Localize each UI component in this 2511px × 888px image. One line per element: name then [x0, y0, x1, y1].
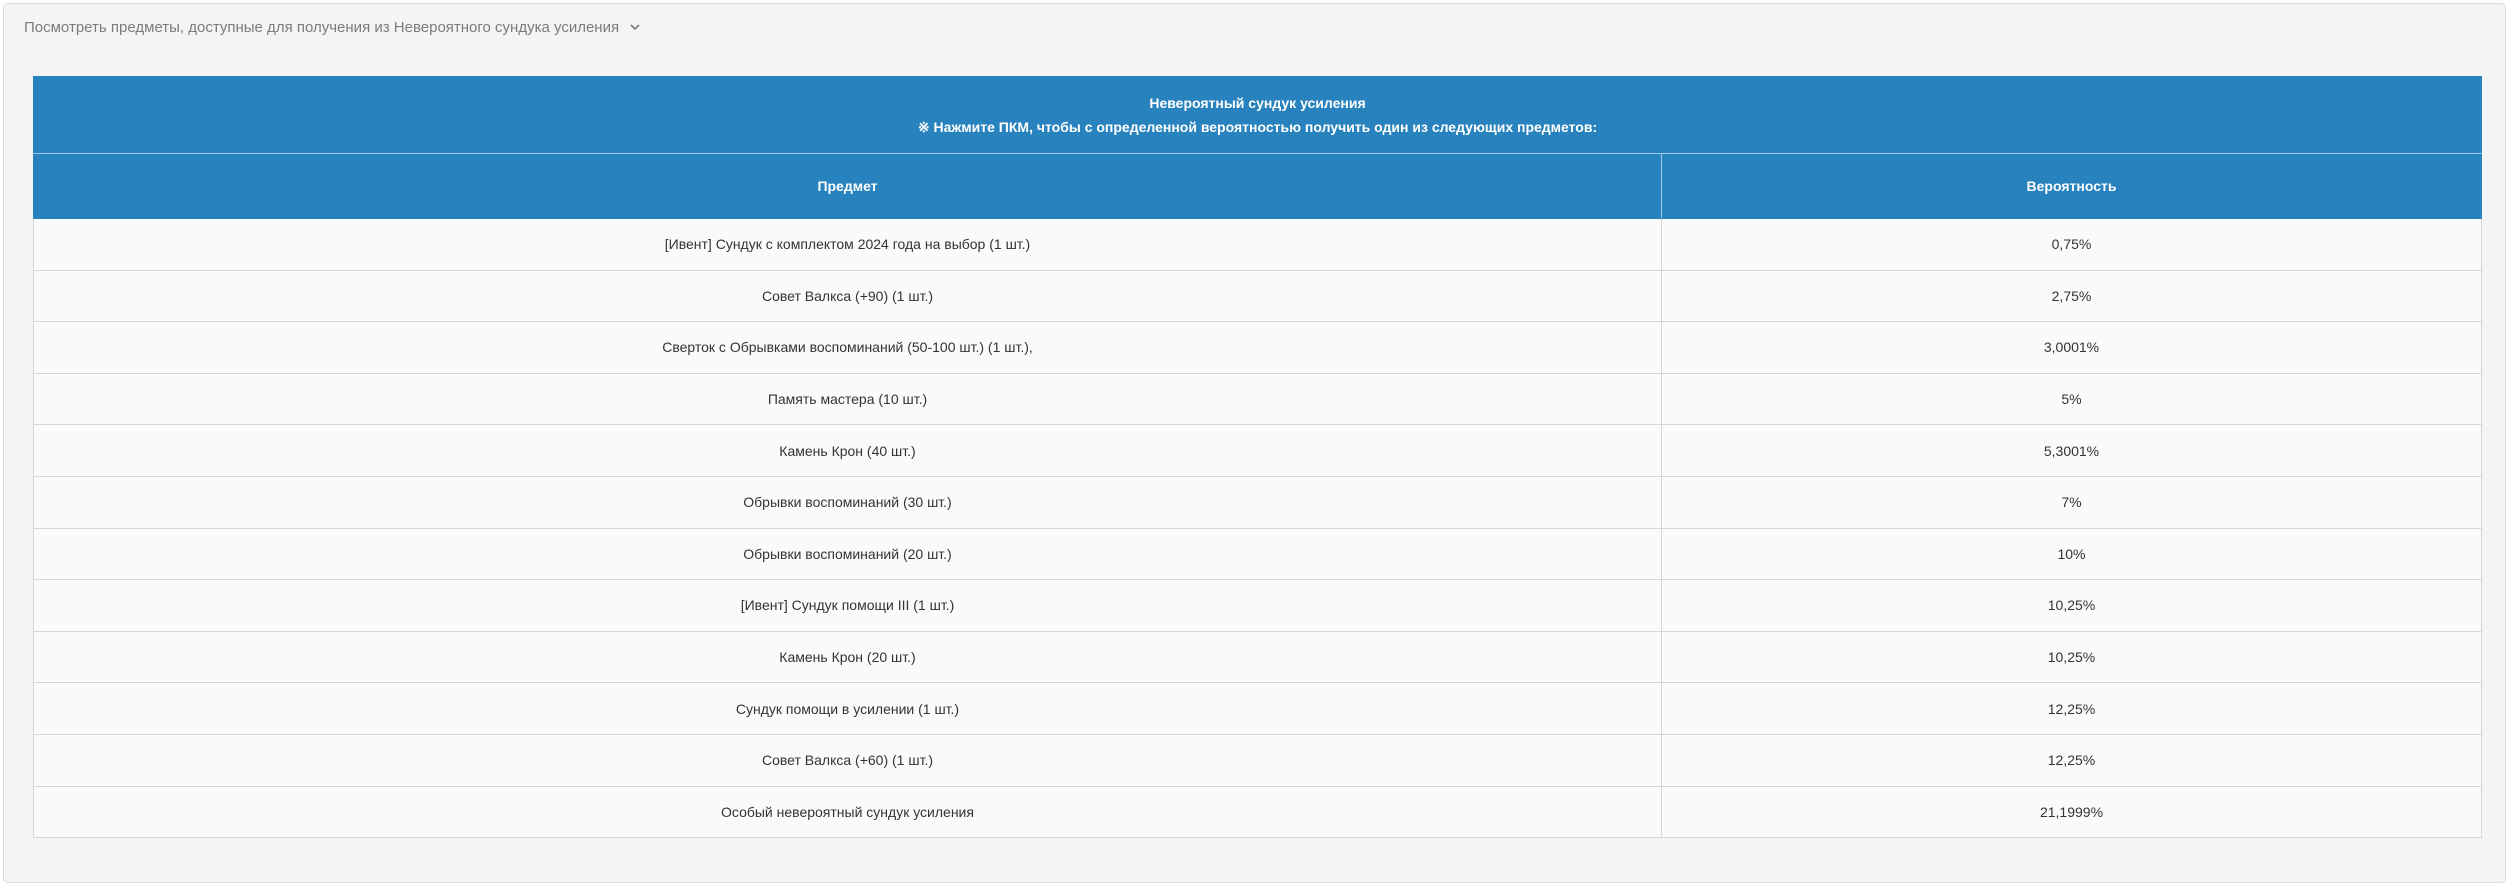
item-cell: Сверток с Обрывками воспоминаний (50-100…: [33, 321, 1662, 374]
table-row: Сверток с Обрывками воспоминаний (50-100…: [33, 321, 2482, 374]
table-row: Особый невероятный сундук усиления 21,19…: [33, 785, 2482, 839]
probability-cell: 10%: [1661, 527, 2482, 581]
probability-cell: 12,25%: [1661, 682, 2482, 735]
probability-cell: 5,3001%: [1661, 424, 2482, 477]
probability-cell: 0,75%: [1661, 218, 2482, 271]
probability-cell: 3,0001%: [1661, 321, 2482, 374]
item-cell: Совет Валкса (+60) (1 шт.): [33, 733, 1662, 787]
toggle-label: Посмотреть предметы, доступные для получ…: [24, 18, 620, 36]
item-cell: Совет Валкса (+90) (1 шт.): [33, 269, 1662, 323]
chevron-down-icon: [630, 24, 640, 31]
item-cell: [Ивент] Сундук с комплектом 2024 года на…: [33, 218, 1662, 271]
item-cell: Обрывки воспоминаний (30 шт.): [33, 475, 1662, 529]
table-row: Обрывки воспоминаний (30 шт.) 7%: [33, 475, 2482, 529]
item-cell: Память мастера (10 шт.): [33, 372, 1662, 426]
probability-table-container: Невероятный сундук усиления ※ Нажмите ПК…: [33, 76, 2482, 839]
table-row: Совет Валкса (+60) (1 шт.) 12,25%: [33, 733, 2482, 787]
item-cell: Камень Крон (40 шт.): [33, 424, 1662, 477]
probability-table: Невероятный сундук усиления ※ Нажмите ПК…: [33, 76, 2482, 839]
table-subtitle: ※ Нажмите ПКМ, чтобы с определенной веро…: [917, 119, 1598, 135]
item-cell: Камень Крон (20 шт.): [33, 630, 1662, 684]
table-title-cell: Невероятный сундук усиления ※ Нажмите ПК…: [33, 76, 2482, 154]
table-row: Обрывки воспоминаний (20 шт.) 10%: [33, 527, 2482, 581]
table-body: [Ивент] Сундук с комплектом 2024 года на…: [33, 218, 2482, 839]
item-cell: Сундук помощи в усилении (1 шт.): [33, 682, 1662, 735]
probability-cell: 12,25%: [1661, 733, 2482, 787]
probability-cell: 21,1999%: [1661, 785, 2482, 839]
table-row: Камень Крон (20 шт.) 10,25%: [33, 630, 2482, 684]
item-cell: Обрывки воспоминаний (20 шт.): [33, 527, 1662, 581]
column-header-item: Предмет: [33, 153, 1662, 219]
probability-cell: 5%: [1661, 372, 2482, 426]
collapsible-panel: Посмотреть предметы, доступные для получ…: [3, 3, 2506, 883]
probability-cell: 2,75%: [1661, 269, 2482, 323]
probability-cell: 10,25%: [1661, 630, 2482, 684]
probability-cell: 10,25%: [1661, 579, 2482, 632]
table-row: Камень Крон (40 шт.) 5,3001%: [33, 424, 2482, 477]
table-row: Совет Валкса (+90) (1 шт.) 2,75%: [33, 269, 2482, 323]
table-row: [Ивент] Сундук с комплектом 2024 года на…: [33, 218, 2482, 271]
item-cell: [Ивент] Сундук помощи III (1 шт.): [33, 579, 1662, 632]
probability-cell: 7%: [1661, 475, 2482, 529]
item-cell: Особый невероятный сундук усиления: [33, 785, 1662, 839]
table-row: Память мастера (10 шт.) 5%: [33, 372, 2482, 426]
expand-toggle[interactable]: Посмотреть предметы, доступные для получ…: [24, 15, 642, 39]
column-header-probability: Вероятность: [1661, 153, 2482, 219]
table-title: Невероятный сундук усиления: [1149, 95, 1366, 111]
table-row: [Ивент] Сундук помощи III (1 шт.) 10,25%: [33, 579, 2482, 632]
table-row: Сундук помощи в усилении (1 шт.) 12,25%: [33, 682, 2482, 735]
